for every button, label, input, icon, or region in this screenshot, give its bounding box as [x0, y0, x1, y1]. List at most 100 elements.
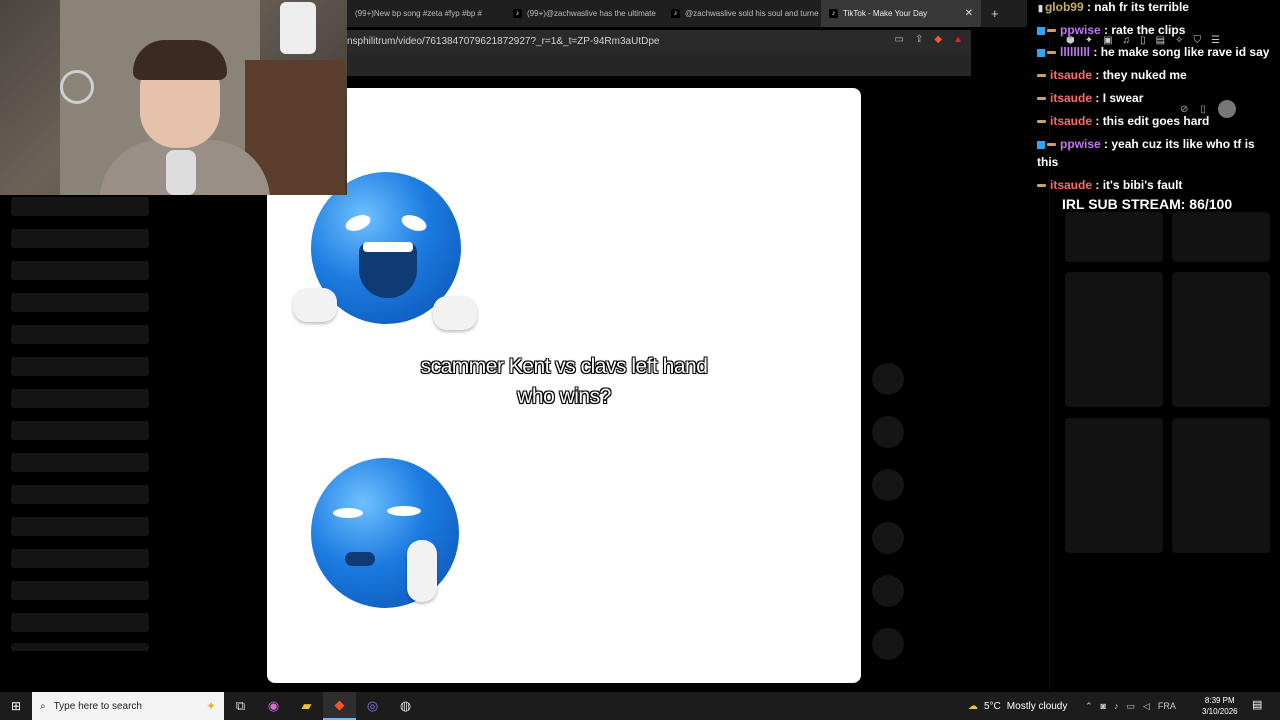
new-tab-button[interactable]: + [991, 6, 999, 21]
address-bar-icons: ▭ ⇪ ◆ ▲ [895, 34, 963, 45]
cast-icon[interactable]: ▭ [895, 34, 904, 45]
like-button[interactable] [872, 416, 904, 448]
chat-separator: : [1100, 23, 1112, 37]
sidebar-skeleton [0, 195, 160, 655]
chat-separator: : [1092, 91, 1103, 105]
skeleton-item [11, 613, 149, 632]
skeleton-card [1172, 418, 1270, 553]
chat-text: nah fr its terrible [1094, 0, 1189, 14]
chat-separator: : [1090, 45, 1101, 59]
skeleton-item [11, 549, 149, 568]
browser-tab-bar: (99+)New bp song #zeta #fyp #bp # ♪ (99+)… [347, 0, 1027, 27]
profile-button[interactable] [872, 363, 904, 395]
brave-rewards-icon[interactable]: ▲ [953, 34, 963, 45]
language-indicator[interactable]: FRA [1158, 701, 1176, 711]
emoji-eye [333, 508, 363, 518]
badge-icon [1037, 184, 1046, 188]
clock-date: 3/10/2026 [1202, 707, 1238, 716]
badge-icon [1037, 74, 1046, 78]
obs-icon[interactable]: ◍ [389, 692, 422, 720]
copilot-icon[interactable]: ◉ [257, 692, 290, 720]
chat-message: itsaude : I swear [1037, 89, 1280, 107]
brave-shields-icon[interactable]: ◆ [934, 34, 942, 45]
emoji-eye [399, 211, 429, 235]
chat-separator: : [1092, 178, 1103, 192]
skeleton-item [11, 293, 149, 312]
taskbar-clock[interactable]: 8:39 PM 3/10/2026 [1202, 695, 1238, 717]
tab-1[interactable]: (99+)New bp song #zeta #fyp #bp # [347, 0, 505, 27]
badge-icon [1047, 143, 1056, 147]
chat-username: itsaude [1050, 178, 1093, 192]
skeleton-item [11, 325, 149, 344]
chat-message: ▮ glob99 : nah fr its terrible [1038, 0, 1280, 17]
skeleton-item [11, 581, 149, 600]
webcam-protein-jar [280, 2, 316, 54]
chat-text: it's bibi's fault [1102, 178, 1183, 192]
chat-message: ppwise : rate the clips [1037, 21, 1280, 39]
speaker-icon[interactable]: ◁ [1143, 701, 1150, 712]
chat-username: itsaude [1050, 114, 1093, 128]
weather-temp: 5°C [984, 700, 1001, 712]
tab-close-icon[interactable]: ✕ [965, 8, 973, 19]
emoji-mouth [345, 552, 375, 566]
chat-username: itsaude [1050, 91, 1093, 105]
chat-text: this edit goes hard [1102, 114, 1210, 128]
badge-icon [1037, 120, 1046, 124]
task-view-icon[interactable]: ⧉ [224, 692, 257, 720]
hand-cursor-icon: ☝ [858, 611, 861, 626]
chat-text: they nuked me [1102, 68, 1187, 82]
thinking-emoji-image [311, 458, 459, 608]
tab-3[interactable]: ♪ @zachwaslive sold his soul and turne [663, 0, 821, 27]
emoji-hand [293, 288, 337, 322]
chat-message: lllllllll : he make song like rave id sa… [1037, 43, 1280, 61]
system-tray: ⌃ ◙ ♪ ▭ ◁ FRA [1085, 692, 1176, 720]
tab-label: @zachwaslive sold his soul and turne [685, 9, 819, 18]
music-disc-button[interactable] [872, 628, 904, 660]
skeleton-card [1172, 212, 1270, 262]
tab-2[interactable]: ♪ (99+)@zachwaslive has the ultimate [505, 0, 663, 27]
chevron-up-icon[interactable]: ⌃ [1085, 701, 1093, 712]
share-icon[interactable]: ⇪ [915, 34, 923, 45]
skeleton-card [1065, 212, 1163, 262]
brave-browser-icon[interactable]: ◆ [323, 692, 356, 720]
discord-icon[interactable]: ◎ [356, 692, 389, 720]
skeleton-card [1065, 272, 1163, 407]
chat-separator: : [1092, 114, 1103, 128]
network-icon[interactable]: ▭ [1126, 701, 1135, 712]
sub-goal-counter: IRL SUB STREAM: 86/100 [1062, 196, 1233, 212]
chat-separator: : [1083, 0, 1095, 14]
share-button[interactable] [872, 575, 904, 607]
webcam-feed [0, 0, 347, 195]
tiktok-video-player[interactable]: scammer Kent vs clavs left hand who wins… [267, 88, 861, 683]
chat-separator: : [1092, 68, 1103, 82]
skeleton-item [11, 261, 149, 280]
tiktok-icon: ♪ [671, 9, 680, 18]
url-text[interactable]: nsphilitrum/video/7613847079621872927?_r… [347, 36, 659, 47]
bookmark-button[interactable] [872, 522, 904, 554]
tiktok-icon: ♪ [513, 9, 522, 18]
file-explorer-icon[interactable]: ▰ [290, 692, 323, 720]
address-bar[interactable]: nsphilitrum/video/7613847079621872927?_r… [347, 30, 971, 52]
tab-active-tiktok[interactable]: ♪ TikTok - Make Your Day ✕ [821, 0, 981, 27]
camera-icon[interactable]: ◙ [1101, 701, 1106, 711]
search-placeholder: Type here to search [53, 700, 142, 712]
badge-icon [1037, 48, 1045, 57]
chat-text: I swear [1102, 91, 1144, 105]
badge-icon: ▮ [1038, 3, 1043, 13]
taskbar-search-box[interactable]: ⌕ Type here to search ✦ [32, 692, 224, 720]
badge-icon [1047, 51, 1056, 55]
chat-username: lllllllll [1060, 45, 1091, 59]
notification-icon[interactable]: ▤ [1252, 698, 1262, 711]
search-icon: ⌕ [40, 700, 46, 712]
start-button[interactable]: ⊞ [0, 692, 32, 720]
tab-label: (99+)New bp song #zeta #fyp #bp # [355, 9, 482, 18]
skeleton-card [1065, 418, 1163, 553]
video-action-bar [872, 363, 904, 681]
comment-button[interactable] [872, 469, 904, 501]
microphone-icon[interactable]: ♪ [1114, 701, 1119, 711]
chat-username: glob99 [1044, 0, 1084, 14]
weather-widget[interactable]: ☁ 5°C Mostly cloudy [968, 692, 1067, 720]
chat-message: ppwise : yeah cuz its like who tf is thi… [1037, 135, 1277, 171]
emoji-teeth [363, 242, 413, 252]
clock-time: 8:39 PM [1204, 696, 1235, 705]
